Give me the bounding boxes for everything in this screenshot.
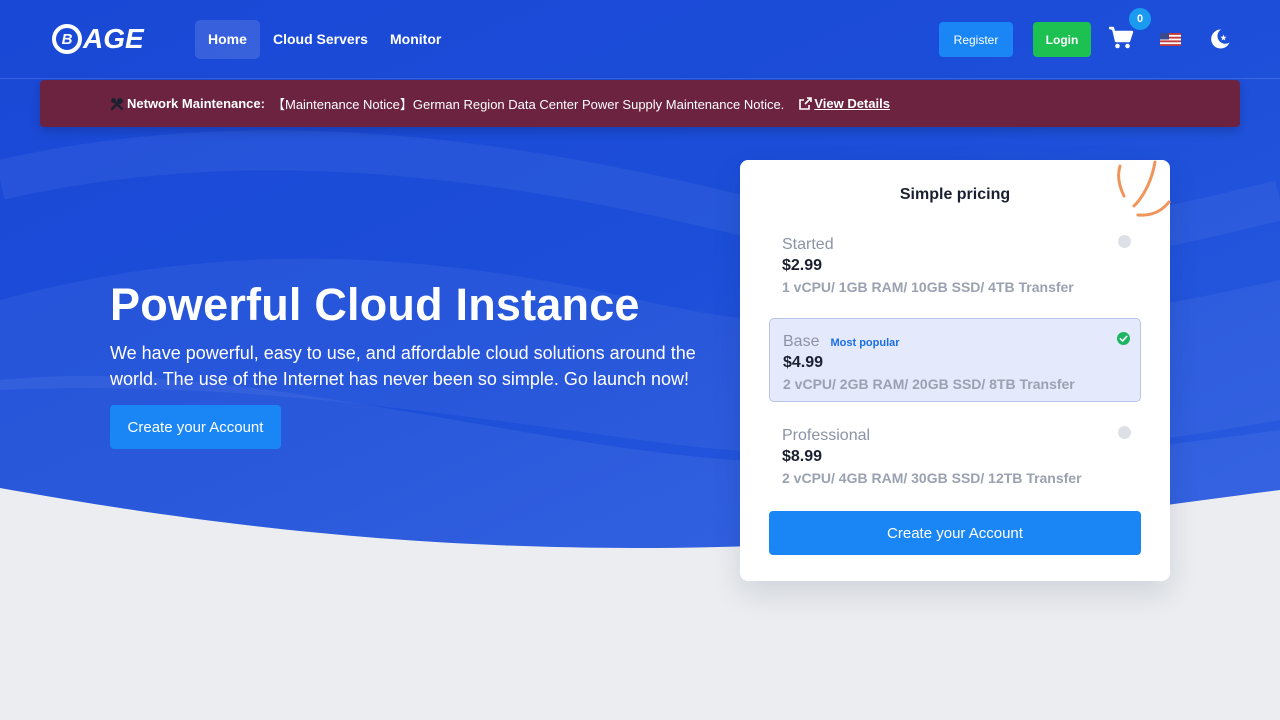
plan-name: Base bbox=[783, 333, 820, 350]
brand-logo[interactable]: B AGE bbox=[52, 23, 144, 54]
plan-specs: 2 vCPU/ 4GB RAM/ 30GB SSD/ 12TB Transfer bbox=[782, 470, 1082, 486]
plan-professional[interactable]: Professional $8.99 2 vCPU/ 4GB RAM/ 30GB… bbox=[769, 413, 1141, 497]
logo-text: AGE bbox=[83, 23, 144, 54]
most-popular-badge: Most popular bbox=[830, 337, 900, 349]
plan-started[interactable]: Started $2.99 1 vCPU/ 1GB RAM/ 10GB SSD/… bbox=[769, 222, 1141, 306]
plan-specs: 1 vCPU/ 1GB RAM/ 10GB SSD/ 4TB Transfer bbox=[782, 279, 1074, 295]
decoration-strokes bbox=[1117, 160, 1171, 217]
plan-name: Started bbox=[782, 236, 834, 253]
nav-home[interactable]: Home bbox=[195, 20, 260, 59]
hero-title: Powerful Cloud Instance bbox=[110, 279, 640, 330]
register-button[interactable]: Register bbox=[939, 22, 1013, 57]
notice-label: Network Maintenance: bbox=[127, 96, 265, 111]
us-flag-icon[interactable] bbox=[1160, 33, 1181, 46]
logo-mark: B bbox=[52, 24, 82, 54]
login-button[interactable]: Login bbox=[1033, 22, 1091, 57]
top-navbar: B AGE Home Cloud Servers Monitor Registe… bbox=[0, 0, 1280, 79]
plan-price: $8.99 bbox=[782, 448, 823, 465]
view-details-link[interactable]: View Details bbox=[814, 96, 890, 111]
pricing-card: Simple pricing Started $2.99 1 vCPU/ 1GB… bbox=[740, 160, 1171, 581]
plan-name: Professional bbox=[782, 427, 871, 444]
plan-base[interactable]: Base Most popular $4.99 2 vCPU/ 2GB RAM/… bbox=[769, 318, 1141, 402]
hero-section: Powerful Cloud Instance We have powerful… bbox=[110, 280, 730, 392]
moon-star-icon[interactable] bbox=[1208, 27, 1232, 51]
tools-icon bbox=[110, 97, 124, 110]
hero-create-account-button[interactable]: Create your Account bbox=[110, 405, 281, 449]
nav-cloud-servers[interactable]: Cloud Servers bbox=[260, 20, 381, 59]
pricing-create-account-button[interactable]: Create your Account bbox=[769, 511, 1141, 555]
plan-price: $2.99 bbox=[782, 257, 823, 274]
nav-monitor[interactable]: Monitor bbox=[377, 20, 454, 59]
cart-count-badge: 0 bbox=[1129, 8, 1151, 30]
cart-icon[interactable] bbox=[1108, 26, 1134, 50]
plan-specs: 2 vCPU/ 2GB RAM/ 20GB SSD/ 8TB Transfer bbox=[783, 376, 1075, 392]
plan-price: $4.99 bbox=[783, 354, 824, 371]
maintenance-notice: Network Maintenance: 【Maintenance Notice… bbox=[40, 80, 1240, 127]
hero-description: We have powerful, easy to use, and affor… bbox=[110, 343, 696, 389]
check-circle-icon[interactable] bbox=[1117, 332, 1130, 345]
pricing-title: Simple pricing bbox=[899, 186, 1011, 203]
external-link-icon[interactable] bbox=[798, 96, 813, 111]
plan-radio[interactable] bbox=[1118, 426, 1131, 439]
notice-text: 【Maintenance Notice】German Region Data C… bbox=[271, 97, 785, 112]
plan-name-row: Base Most popular bbox=[783, 333, 1127, 351]
plan-radio[interactable] bbox=[1118, 235, 1131, 248]
